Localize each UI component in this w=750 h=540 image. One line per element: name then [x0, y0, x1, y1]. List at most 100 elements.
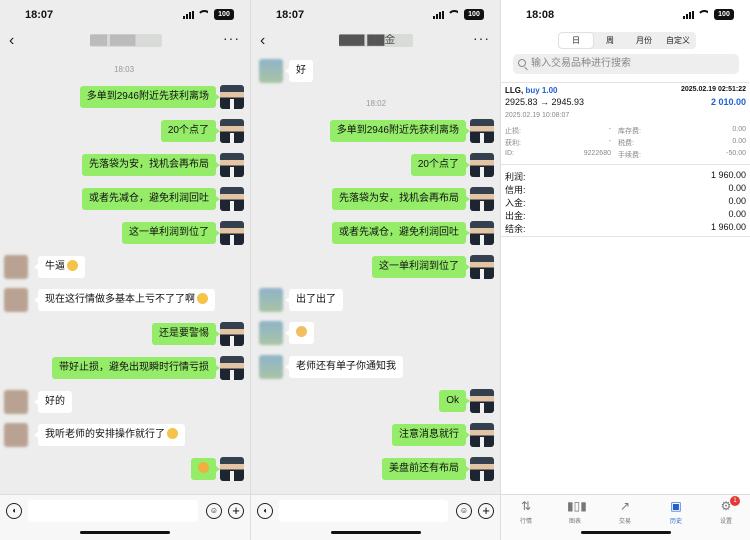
message-bubble[interactable]: 20个点了	[160, 120, 221, 142]
tab-chart[interactable]: ▮▯▮ 图表	[555, 499, 595, 525]
avatar[interactable]	[220, 187, 244, 211]
avatar[interactable]	[220, 221, 244, 245]
tab-history[interactable]: ▣ 历史	[656, 499, 696, 525]
tab-quotes[interactable]: ⇅ 行情	[506, 499, 546, 525]
fee-value: -50.00	[726, 150, 746, 157]
avatar[interactable]	[4, 288, 28, 312]
message-bubble[interactable]: 或者先减仓，避免利润回吐	[332, 222, 470, 244]
message-row: 或者先减仓，避免利润回吐	[251, 221, 500, 245]
message-row	[0, 457, 250, 481]
message-row: 好的	[0, 390, 250, 414]
plus-icon[interactable]: +	[228, 503, 244, 519]
message-bubble[interactable]: 老师还有单子你通知我	[285, 356, 403, 378]
search-icon	[518, 59, 526, 67]
avatar[interactable]	[470, 255, 494, 279]
message-bubble[interactable]: 美盘前还有布局	[382, 458, 470, 480]
message-timestamp: 18:03	[114, 65, 135, 74]
message-row: 20个点了	[0, 119, 250, 143]
message-row: 多单到2946附近先获利离场	[251, 119, 500, 143]
avatar[interactable]	[259, 321, 283, 345]
message-bubble[interactable]: 20个点了	[410, 154, 471, 176]
clock: 18:08	[526, 9, 555, 21]
avatar[interactable]	[470, 221, 494, 245]
wifi-icon	[197, 10, 208, 19]
message-bubble[interactable]: 注意消息就行	[392, 424, 470, 446]
message-bubble[interactable]: 多单到2946附近先获利离场	[329, 120, 471, 142]
message-bubble[interactable]: 这一单利润到位了	[122, 222, 220, 244]
message-row: 先落袋为安，找机会再布局	[251, 187, 500, 211]
message-bubble[interactable]	[191, 458, 220, 480]
avatar[interactable]	[259, 288, 283, 312]
order-close-time: 2025.02.19 10:08:07	[505, 112, 570, 119]
message-row: 20个点了	[251, 153, 500, 177]
message-bubble[interactable]: 或者先减仓，避免利润回吐	[82, 188, 220, 210]
message-row: 先落袋为安，找机会再布局	[0, 153, 250, 177]
order-symbol: LLG,	[505, 86, 524, 95]
message-bubble[interactable]: 现在这行情做多基本上亏不了了啊	[34, 289, 215, 311]
tab-day[interactable]: 日	[559, 33, 593, 48]
search-placeholder: 输入交易品种进行搜索	[531, 58, 631, 69]
avatar[interactable]	[470, 153, 494, 177]
message-bubble[interactable]: 出了出了	[285, 289, 343, 311]
message-bubble[interactable]: Ok	[439, 390, 470, 412]
back-arrow-icon[interactable]: ‹	[260, 32, 265, 50]
avatar[interactable]	[470, 187, 494, 211]
avatar[interactable]	[259, 59, 283, 83]
emoji-icon[interactable]: ☺	[456, 503, 472, 519]
message-bubble[interactable]: 多单到2946附近先获利离场	[79, 86, 221, 108]
message-bubble[interactable]: 这一单利润到位了	[372, 256, 470, 278]
status-bar: 18:08 100	[501, 0, 750, 28]
avatar[interactable]	[220, 119, 244, 143]
message-bubble[interactable]: 先落袋为安，找机会再布局	[332, 188, 470, 210]
message-bubble[interactable]: 还是要警惕	[152, 323, 220, 345]
signal-icon	[433, 11, 444, 19]
avatar[interactable]	[259, 355, 283, 379]
chat-title: ▇▇▇ ▇▇金	[339, 34, 413, 47]
avatar[interactable]	[4, 390, 28, 414]
message-bubble[interactable]	[285, 322, 314, 344]
tab-month[interactable]: 月份	[627, 33, 661, 48]
avatar[interactable]	[4, 255, 28, 279]
avatar[interactable]	[4, 423, 28, 447]
avatar[interactable]	[220, 85, 244, 109]
summary-label: 信用:	[505, 185, 526, 195]
chat-header: ‹ ▇▇ ▇▇▇ ···	[0, 28, 250, 54]
voice-icon[interactable]: ◖	[257, 503, 273, 519]
message-input[interactable]	[28, 500, 198, 522]
status-bar: 18:07 100	[251, 0, 500, 28]
message-bubble[interactable]: 好	[285, 60, 313, 82]
signal-icon	[683, 11, 694, 19]
tab-custom[interactable]: 自定义	[661, 33, 695, 48]
plus-icon[interactable]: +	[478, 503, 494, 519]
tab-week[interactable]: 周	[593, 33, 627, 48]
summary-value: 1 960.00	[710, 170, 746, 180]
trade-icon: ↗	[619, 499, 631, 513]
avatar[interactable]	[220, 457, 244, 481]
tab-trade[interactable]: ↗ 交易	[605, 499, 645, 525]
avatar[interactable]	[220, 153, 244, 177]
message-bubble[interactable]: 带好止损，避免出现瞬时行情亏损	[52, 357, 220, 379]
more-icon[interactable]: ···	[223, 30, 240, 46]
message-bubble[interactable]: 牛逼	[34, 256, 85, 278]
tab-settings[interactable]: ⚙ 设置 1	[706, 496, 746, 525]
back-arrow-icon[interactable]: ‹	[9, 32, 14, 50]
emoji-icon[interactable]: ☺	[206, 503, 222, 519]
avatar[interactable]	[470, 389, 494, 413]
swap-label: 库存费:	[618, 128, 641, 135]
avatar[interactable]	[220, 322, 244, 346]
message-bubble[interactable]: 好的	[34, 391, 72, 413]
avatar[interactable]	[470, 457, 494, 481]
chat-screen-2: 18:07 100 ‹ ▇▇▇ ▇▇金 ··· 好 18:02 多单到2946附…	[250, 0, 500, 540]
avatar[interactable]	[470, 119, 494, 143]
message-input[interactable]	[279, 500, 448, 522]
summary-label: 结余:	[505, 224, 526, 234]
handshake-emoji-icon	[198, 462, 209, 473]
clock: 18:07	[25, 9, 54, 21]
message-bubble[interactable]: 先落袋为安，找机会再布局	[82, 154, 220, 176]
avatar[interactable]	[220, 356, 244, 380]
more-icon[interactable]: ···	[473, 30, 490, 46]
search-input[interactable]: 输入交易品种进行搜索	[513, 54, 739, 74]
avatar[interactable]	[470, 423, 494, 447]
voice-icon[interactable]: ◖	[6, 503, 22, 519]
message-bubble[interactable]: 我听老师的安排操作就行了	[34, 424, 185, 446]
